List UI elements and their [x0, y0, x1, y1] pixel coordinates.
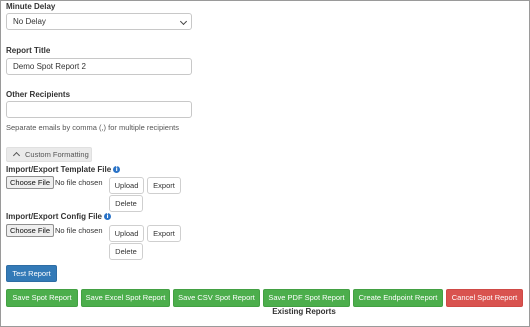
minute-delay-value: No Delay: [13, 17, 46, 26]
config-file-label-text: Import/Export Config File: [6, 212, 102, 221]
minute-delay-select[interactable]: No Delay: [6, 13, 192, 30]
template-file-label-text: Import/Export Template File: [6, 165, 112, 174]
save-pdf-spot-report-button[interactable]: Save PDF Spot Report: [263, 289, 350, 307]
template-choose-file-button[interactable]: Choose File: [6, 176, 55, 189]
template-file-label: Import/Export Template File i: [6, 165, 121, 174]
save-csv-spot-report-button[interactable]: Save CSV Spot Report: [173, 289, 260, 307]
config-export-button[interactable]: Export: [147, 225, 181, 242]
minute-delay-label: Minute Delay: [6, 2, 56, 11]
save-excel-spot-report-button[interactable]: Save Excel Spot Report: [81, 289, 170, 307]
config-upload-button[interactable]: Upload: [109, 225, 144, 242]
template-file-status: No file chosen: [55, 178, 103, 187]
custom-formatting-toggle[interactable]: Custom Formatting: [6, 147, 92, 162]
existing-reports-heading: Existing Reports: [272, 307, 336, 316]
info-icon[interactable]: i: [113, 166, 121, 173]
template-delete-button[interactable]: Delete: [109, 195, 143, 212]
info-icon[interactable]: i: [104, 213, 111, 220]
create-endpoint-report-button[interactable]: Create Endpoint Report: [353, 289, 443, 307]
report-title-input[interactable]: Demo Spot Report 2: [6, 58, 192, 75]
report-title-value: Demo Spot Report 2: [13, 62, 86, 71]
chevron-down-icon: [179, 17, 188, 26]
config-file-status: No file chosen: [55, 226, 103, 235]
template-upload-button[interactable]: Upload: [109, 177, 144, 194]
config-file-label: Import/Export Config File i: [6, 212, 111, 221]
cancel-spot-report-button[interactable]: Cancel Spot Report: [446, 289, 523, 307]
template-export-button[interactable]: Export: [147, 177, 181, 194]
other-recipients-label: Other Recipients: [6, 90, 71, 99]
save-spot-report-button[interactable]: Save Spot Report: [6, 289, 78, 307]
window-frame: [0, 0, 530, 327]
chevron-up-icon: [12, 151, 21, 160]
other-recipients-input[interactable]: [6, 101, 192, 118]
test-report-button[interactable]: Test Report: [6, 265, 57, 282]
config-delete-button[interactable]: Delete: [109, 243, 143, 260]
custom-formatting-label: Custom Formatting: [25, 150, 89, 159]
recipients-help-text: Separate emails by comma (,) for multipl…: [6, 123, 179, 132]
config-choose-file-button[interactable]: Choose File: [6, 224, 55, 237]
report-title-label: Report Title: [6, 46, 51, 55]
